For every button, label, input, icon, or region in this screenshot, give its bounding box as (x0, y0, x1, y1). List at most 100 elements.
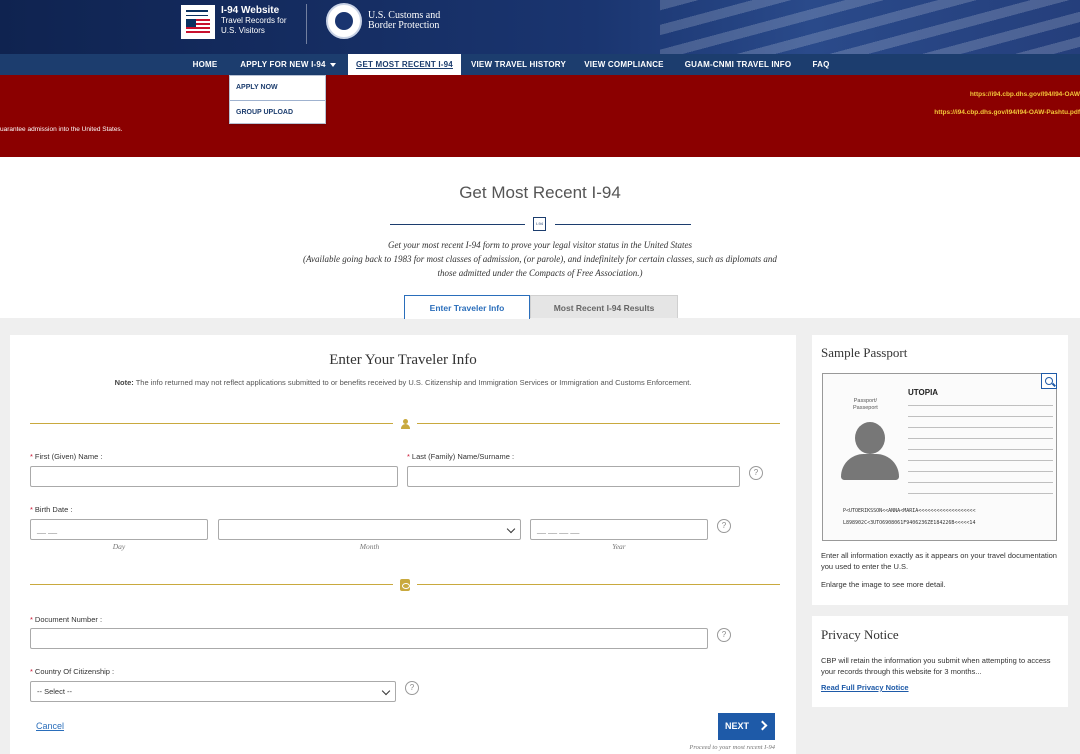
last-name-input[interactable] (407, 466, 740, 487)
nav-home[interactable]: HOME (184, 54, 226, 75)
next-button-label: NEXT (725, 721, 750, 731)
day-caption: Day (112, 542, 126, 551)
traveler-info-card: Enter Your Traveler Info Note: The info … (10, 335, 796, 754)
i94-site-name[interactable]: I-94 Website Travel Records for U.S. Vis… (221, 6, 287, 36)
required-mark: * (30, 667, 33, 676)
page-title: Get Most Recent I-94 (459, 183, 621, 202)
title-rule-right (555, 224, 691, 225)
nav-faq-label: FAQ (812, 60, 830, 69)
subtitle-line-2: (Available going back to 1983 for most c… (303, 254, 777, 264)
banner-link-oaw[interactable]: https://i94.cbp.dhs.gov/I94/I94-OAW (970, 91, 1080, 98)
passport-icon (400, 579, 410, 591)
nav-apply-new[interactable]: APPLY FOR NEW I-94 (233, 54, 343, 75)
nav-home-label: HOME (192, 60, 218, 69)
sample-passport-instruction: Enter all information exactly as it appe… (821, 551, 1057, 571)
banner-message: uarantee admission into the United State… (0, 126, 123, 133)
nav-view-compliance[interactable]: VIEW COMPLIANCE (578, 54, 670, 75)
title-rule-left (390, 224, 525, 225)
nav-get-most-recent-label: GET MOST RECENT I-94 (356, 60, 453, 69)
cbp-seal-icon[interactable] (326, 3, 362, 39)
help-icon[interactable]: ? (405, 681, 419, 695)
sample-passport-image[interactable]: Passport/Passeport UTOPIA P<UTOERIKSSON<… (822, 373, 1057, 541)
nav-get-most-recent[interactable]: GET MOST RECENT I-94 (348, 54, 461, 75)
chevron-down-icon (381, 686, 391, 696)
nav-faq[interactable]: FAQ (803, 54, 839, 75)
birth-day-input[interactable]: __ __ (30, 519, 208, 540)
birth-year-input[interactable]: __ __ __ __ (530, 519, 708, 540)
nav-view-travel-history[interactable]: VIEW TRAVEL HISTORY (465, 54, 572, 75)
help-icon[interactable]: ? (717, 519, 731, 533)
next-button[interactable]: NEXT (718, 713, 775, 740)
i94-subtitle-1: Travel Records for (221, 16, 287, 25)
last-name-label-text: Last (Family) Name/Surname : (411, 452, 515, 461)
section-icon-wrap (393, 578, 417, 592)
header-divider (306, 4, 307, 44)
cancel-link[interactable]: Cancel (36, 721, 64, 731)
i94-document-icon: I-94 (533, 217, 546, 231)
passport-type-label: Passport/Passeport (853, 398, 878, 412)
tab-enter-traveler-info[interactable]: Enter Traveler Info (404, 295, 530, 319)
help-icon[interactable]: ? (749, 466, 763, 480)
nav-view-compliance-label: VIEW COMPLIANCE (584, 60, 664, 69)
last-name-label: * Last (Family) Name/Surname : (407, 452, 514, 461)
privacy-notice-card: Privacy Notice CBP will retain the infor… (812, 616, 1068, 707)
read-privacy-notice-link[interactable]: Read Full Privacy Notice (821, 683, 909, 692)
first-name-input[interactable] (30, 466, 398, 487)
country-label-text: Country Of Citizenship : (34, 667, 115, 676)
required-mark: * (30, 615, 33, 624)
cbp-line-2: Border Protection (368, 20, 440, 31)
passport-country: UTOPIA (908, 388, 939, 397)
passport-label-line-2: Passeport (853, 405, 878, 411)
flag-stripes-decoration (660, 0, 1080, 54)
country-selected-value: -- Select -- (37, 687, 73, 696)
required-mark: * (30, 505, 33, 514)
banner-link-pashtu[interactable]: https://i94.cbp.dhs.gov/I94/I94-OAW-Pash… (934, 109, 1080, 116)
passport-label-line-1: Passport/ (853, 398, 877, 404)
passport-data-lines (908, 399, 1053, 494)
help-icon[interactable]: ? (717, 628, 731, 642)
country-select[interactable]: -- Select -- (30, 681, 396, 702)
i94-logo-icon[interactable] (181, 5, 215, 39)
i94-subtitle-2: U.S. Visitors (221, 26, 265, 35)
note-label: Note: (114, 378, 134, 387)
person-silhouette-icon (841, 422, 899, 482)
birth-month-select[interactable] (218, 519, 521, 540)
section-icon-wrap (393, 416, 417, 430)
nav-guam-cnmi[interactable]: GUAM-CNMI TRAVEL INFO (678, 54, 798, 75)
sample-passport-title: Sample Passport (821, 345, 908, 360)
zoom-icon[interactable] (1041, 373, 1057, 389)
nav-apply-new-label: APPLY FOR NEW I-94 (240, 60, 326, 69)
subtitle-line-1: Get your most recent I-94 form to prove … (387, 240, 693, 250)
subtitle-line-3: those admitted under the Compacts of Fre… (437, 268, 643, 278)
i94-title: I-94 Website (221, 5, 280, 16)
document-number-input[interactable] (30, 628, 708, 649)
first-name-label-text: First (Given) Name : (34, 452, 103, 461)
first-name-label: * First (Given) Name : (30, 452, 102, 461)
nav-guam-cnmi-label: GUAM-CNMI TRAVEL INFO (684, 60, 792, 69)
main-nav: HOME APPLY FOR NEW I-94 GET MOST RECENT … (0, 54, 1080, 75)
document-number-label: * Document Number : (30, 615, 102, 624)
page-subtitle: Get your most recent I-94 form to prove … (0, 238, 1080, 280)
next-hint: Proceed to your most recent I-94 (689, 744, 775, 751)
sample-passport-card: Sample Passport Passport/Passeport UTOPI… (812, 335, 1068, 605)
apply-dropdown-menu: APPLY NOW GROUP UPLOAD (229, 75, 326, 124)
site-header: I-94 Website Travel Records for U.S. Vis… (0, 0, 1080, 54)
required-mark: * (30, 452, 33, 461)
cbp-agency-name[interactable]: U.S. Customs and Border Protection (368, 11, 440, 31)
form-note: Note: The info returned may not reflect … (10, 378, 796, 387)
privacy-title: Privacy Notice (821, 627, 899, 642)
birth-date-label: * Birth Date : (30, 505, 72, 514)
form-title: Enter Your Traveler Info (329, 352, 477, 368)
dropdown-group-upload[interactable]: GROUP UPLOAD (230, 100, 325, 124)
nav-view-travel-history-label: VIEW TRAVEL HISTORY (470, 60, 567, 69)
sample-passport-enlarge-hint: Enlarge the image to see more detail. (821, 580, 946, 589)
privacy-text: CBP will retain the information you subm… (821, 656, 1051, 676)
tab-most-recent-results[interactable]: Most Recent I-94 Results (530, 295, 678, 319)
chevron-down-icon (506, 524, 516, 534)
dropdown-apply-now[interactable]: APPLY NOW (230, 76, 325, 100)
required-mark: * (407, 452, 410, 461)
passport-mrz-line-1: P<UTOERIKSSON<<ANNA<MARIA<<<<<<<<<<<<<<<… (843, 508, 976, 514)
caret-down-icon (329, 62, 336, 67)
passport-mrz-line-2: L898902C<3UTO6908061F9406236ZE184226B<<<… (843, 520, 976, 526)
month-caption: Month (359, 542, 380, 551)
